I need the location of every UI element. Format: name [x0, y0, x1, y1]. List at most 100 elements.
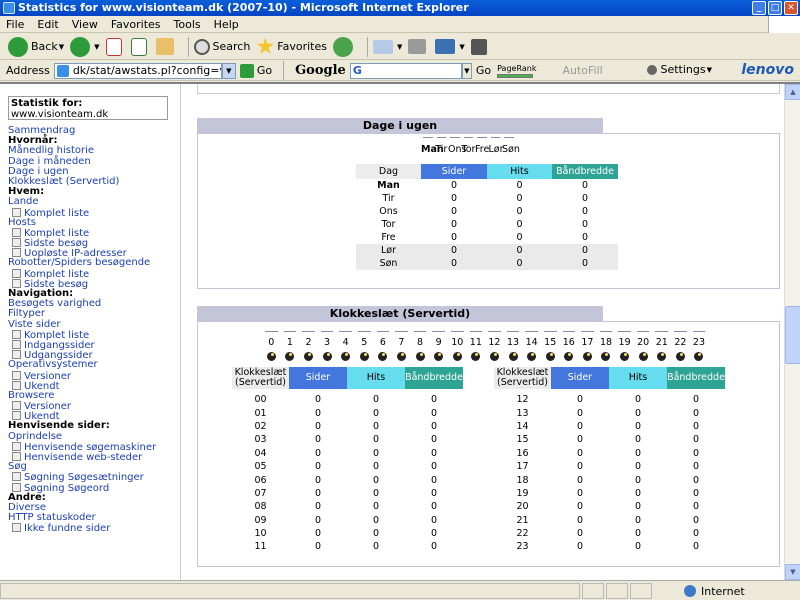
sidebar-item[interactable]: Oprindelse [8, 431, 180, 442]
maximize-button[interactable]: □ [768, 1, 782, 15]
go-button[interactable]: Go [239, 63, 272, 78]
address-input[interactable]: dk/stat/awstats.pl?config=visionteam.dk [53, 62, 222, 79]
edit-button[interactable]: ▼ [435, 39, 465, 54]
sidebar-subitem[interactable]: Komplet liste [8, 330, 180, 340]
hours-table-right: Klokkeslæt (Servertid) Sider Hits Båndbr… [494, 367, 725, 554]
sidebar-item[interactable]: Operativsystemer [8, 360, 180, 370]
sidebar-item[interactable]: Lande [8, 197, 180, 207]
google-search-input[interactable] [349, 62, 462, 79]
sidebar-subitem[interactable]: Henvisende søgemaskiner [8, 442, 180, 452]
table-cell: 0 [314, 541, 322, 553]
sidebar-item[interactable]: Hosts [8, 217, 180, 228]
hour-chart-label: 16 [562, 337, 575, 348]
sidebar-subitem[interactable]: Komplet liste [8, 228, 180, 238]
search-label: Search [212, 40, 251, 53]
table-cell: 0 [692, 528, 700, 540]
days-section-body: Man Tir Ons Tor Fre Lør Søn Dag Sider Hits Bån… [197, 133, 780, 289]
sidebar-subitem[interactable]: Versioner [8, 371, 180, 381]
chart-bar-baseline [357, 331, 371, 332]
table-cell: 0 [516, 219, 523, 230]
search-icon [193, 38, 210, 55]
minimize-button[interactable]: _ [752, 1, 766, 15]
chevron-down-icon[interactable]: ▼ [459, 43, 464, 51]
print-button[interactable] [408, 39, 429, 54]
table-cell: Tor [381, 219, 396, 230]
google-go-button[interactable]: Go [476, 64, 491, 77]
sidebar-subitem[interactable]: Søgning Søgesætninger [8, 472, 180, 483]
table-cell: 0 [430, 474, 438, 486]
sidebar-item[interactable]: Browsere [8, 390, 180, 401]
table-cell: 19 [516, 487, 529, 499]
chart-bar-baseline [490, 137, 500, 138]
chevron-down-icon[interactable]: ▼ [59, 43, 64, 51]
toolbar-separator [367, 36, 368, 57]
days-of-week-section: Dage i ugen Man Tir Ons Tor Fre Lør Søn Dag Si… [197, 118, 780, 289]
mail-button[interactable]: ▼ [373, 39, 402, 54]
menu-file[interactable]: File [6, 18, 24, 31]
sidebar-subitem[interactable]: Sidste besøg [8, 238, 180, 248]
google-settings-button[interactable]: Settings ▼ [647, 63, 712, 76]
scroll-thumb[interactable] [785, 306, 800, 364]
hour-chart-column: 22 [671, 331, 690, 361]
status-bar: Internet [0, 580, 800, 600]
previous-section-box [197, 84, 780, 94]
sidebar-subitem[interactable]: Indgangssider [8, 340, 180, 350]
sidebar-subitem[interactable]: Ikke fundne sider [8, 523, 180, 534]
address-dropdown-button[interactable]: ▼ [221, 62, 236, 79]
title-bar[interactable]: Statistics for www.visionteam.dk (2007-1… [0, 0, 800, 16]
google-logo[interactable]: Google [295, 63, 346, 78]
col-header-klokkeslaet: Klokkeslæt (Servertid) [494, 367, 551, 389]
browser-window: Statistics for www.visionteam.dk (2007-1… [0, 0, 800, 600]
table-cell: 0 [430, 541, 438, 553]
search-button[interactable]: Search [193, 38, 251, 55]
menu-edit[interactable]: Edit [37, 18, 58, 31]
sidebar-item[interactable]: Viste sider [8, 319, 180, 330]
google-search-dropdown[interactable]: ▼ [461, 62, 472, 79]
table-cell: 0 [576, 407, 584, 419]
menu-favorites[interactable]: Favorites [111, 18, 161, 31]
table-row: 08 0 0 0 [232, 500, 463, 513]
chevron-down-icon[interactable]: ▼ [94, 43, 99, 51]
table-cell: 0 [581, 206, 589, 217]
stop-button[interactable] [105, 37, 125, 56]
hour-chart-column: 8 [411, 331, 430, 361]
chevron-down-icon[interactable]: ▼ [397, 43, 402, 51]
autofill-button[interactable]: AutoFill [562, 64, 602, 77]
sidebar-subitem[interactable]: Komplet liste [8, 269, 180, 279]
table-cell: 0 [634, 420, 642, 432]
sidebar-subitem[interactable]: Versioner [8, 401, 180, 411]
table-cell: 0 [372, 487, 380, 499]
menu-tools[interactable]: Tools [174, 18, 201, 31]
sidebar-item[interactable]: Søg [8, 461, 180, 472]
table-cell: 00 [254, 394, 267, 406]
back-button[interactable]: Back ▼ [8, 36, 64, 57]
media-button[interactable] [333, 36, 356, 57]
scroll-up-button[interactable]: ▲ [785, 84, 800, 100]
messenger-icon [470, 38, 487, 55]
table-row: Ons 0 0 0 [356, 205, 618, 218]
messenger-button[interactable] [470, 38, 490, 55]
scroll-down-button[interactable]: ▼ [785, 564, 800, 580]
favorites-button[interactable]: Favorites [256, 37, 327, 56]
refresh-button[interactable] [130, 37, 150, 56]
menu-view[interactable]: View [72, 18, 98, 31]
table-row: 03 0 0 0 [232, 433, 463, 446]
toolbar: Back ▼ ▼ Search Favorites ▼ ▼ [0, 34, 800, 60]
star-icon [256, 37, 274, 54]
table-cell: 0 [576, 487, 584, 499]
sidebar-subitem[interactable]: Henvisende web-steder [8, 452, 180, 462]
menu-help[interactable]: Help [214, 18, 239, 31]
clock-icon [378, 352, 388, 361]
hour-chart-label: 4 [342, 337, 349, 348]
window-title: Statistics for www.visionteam.dk (2007-1… [18, 1, 469, 14]
clock-icon [359, 352, 369, 361]
vertical-scrollbar[interactable]: ▲ ▼ [784, 84, 800, 580]
pagerank-indicator[interactable]: PageRank [497, 64, 536, 78]
sidebar-item[interactable]: Robotter/Spiders besøgende [8, 258, 180, 268]
hour-chart-label: 22 [674, 337, 687, 348]
sidebar-item[interactable]: HTTP statuskoder [8, 512, 180, 523]
home-button[interactable] [155, 38, 177, 55]
close-button[interactable]: ✕ [784, 1, 798, 15]
table-cell: 0 [576, 461, 584, 473]
forward-button[interactable]: ▼ [70, 36, 100, 57]
